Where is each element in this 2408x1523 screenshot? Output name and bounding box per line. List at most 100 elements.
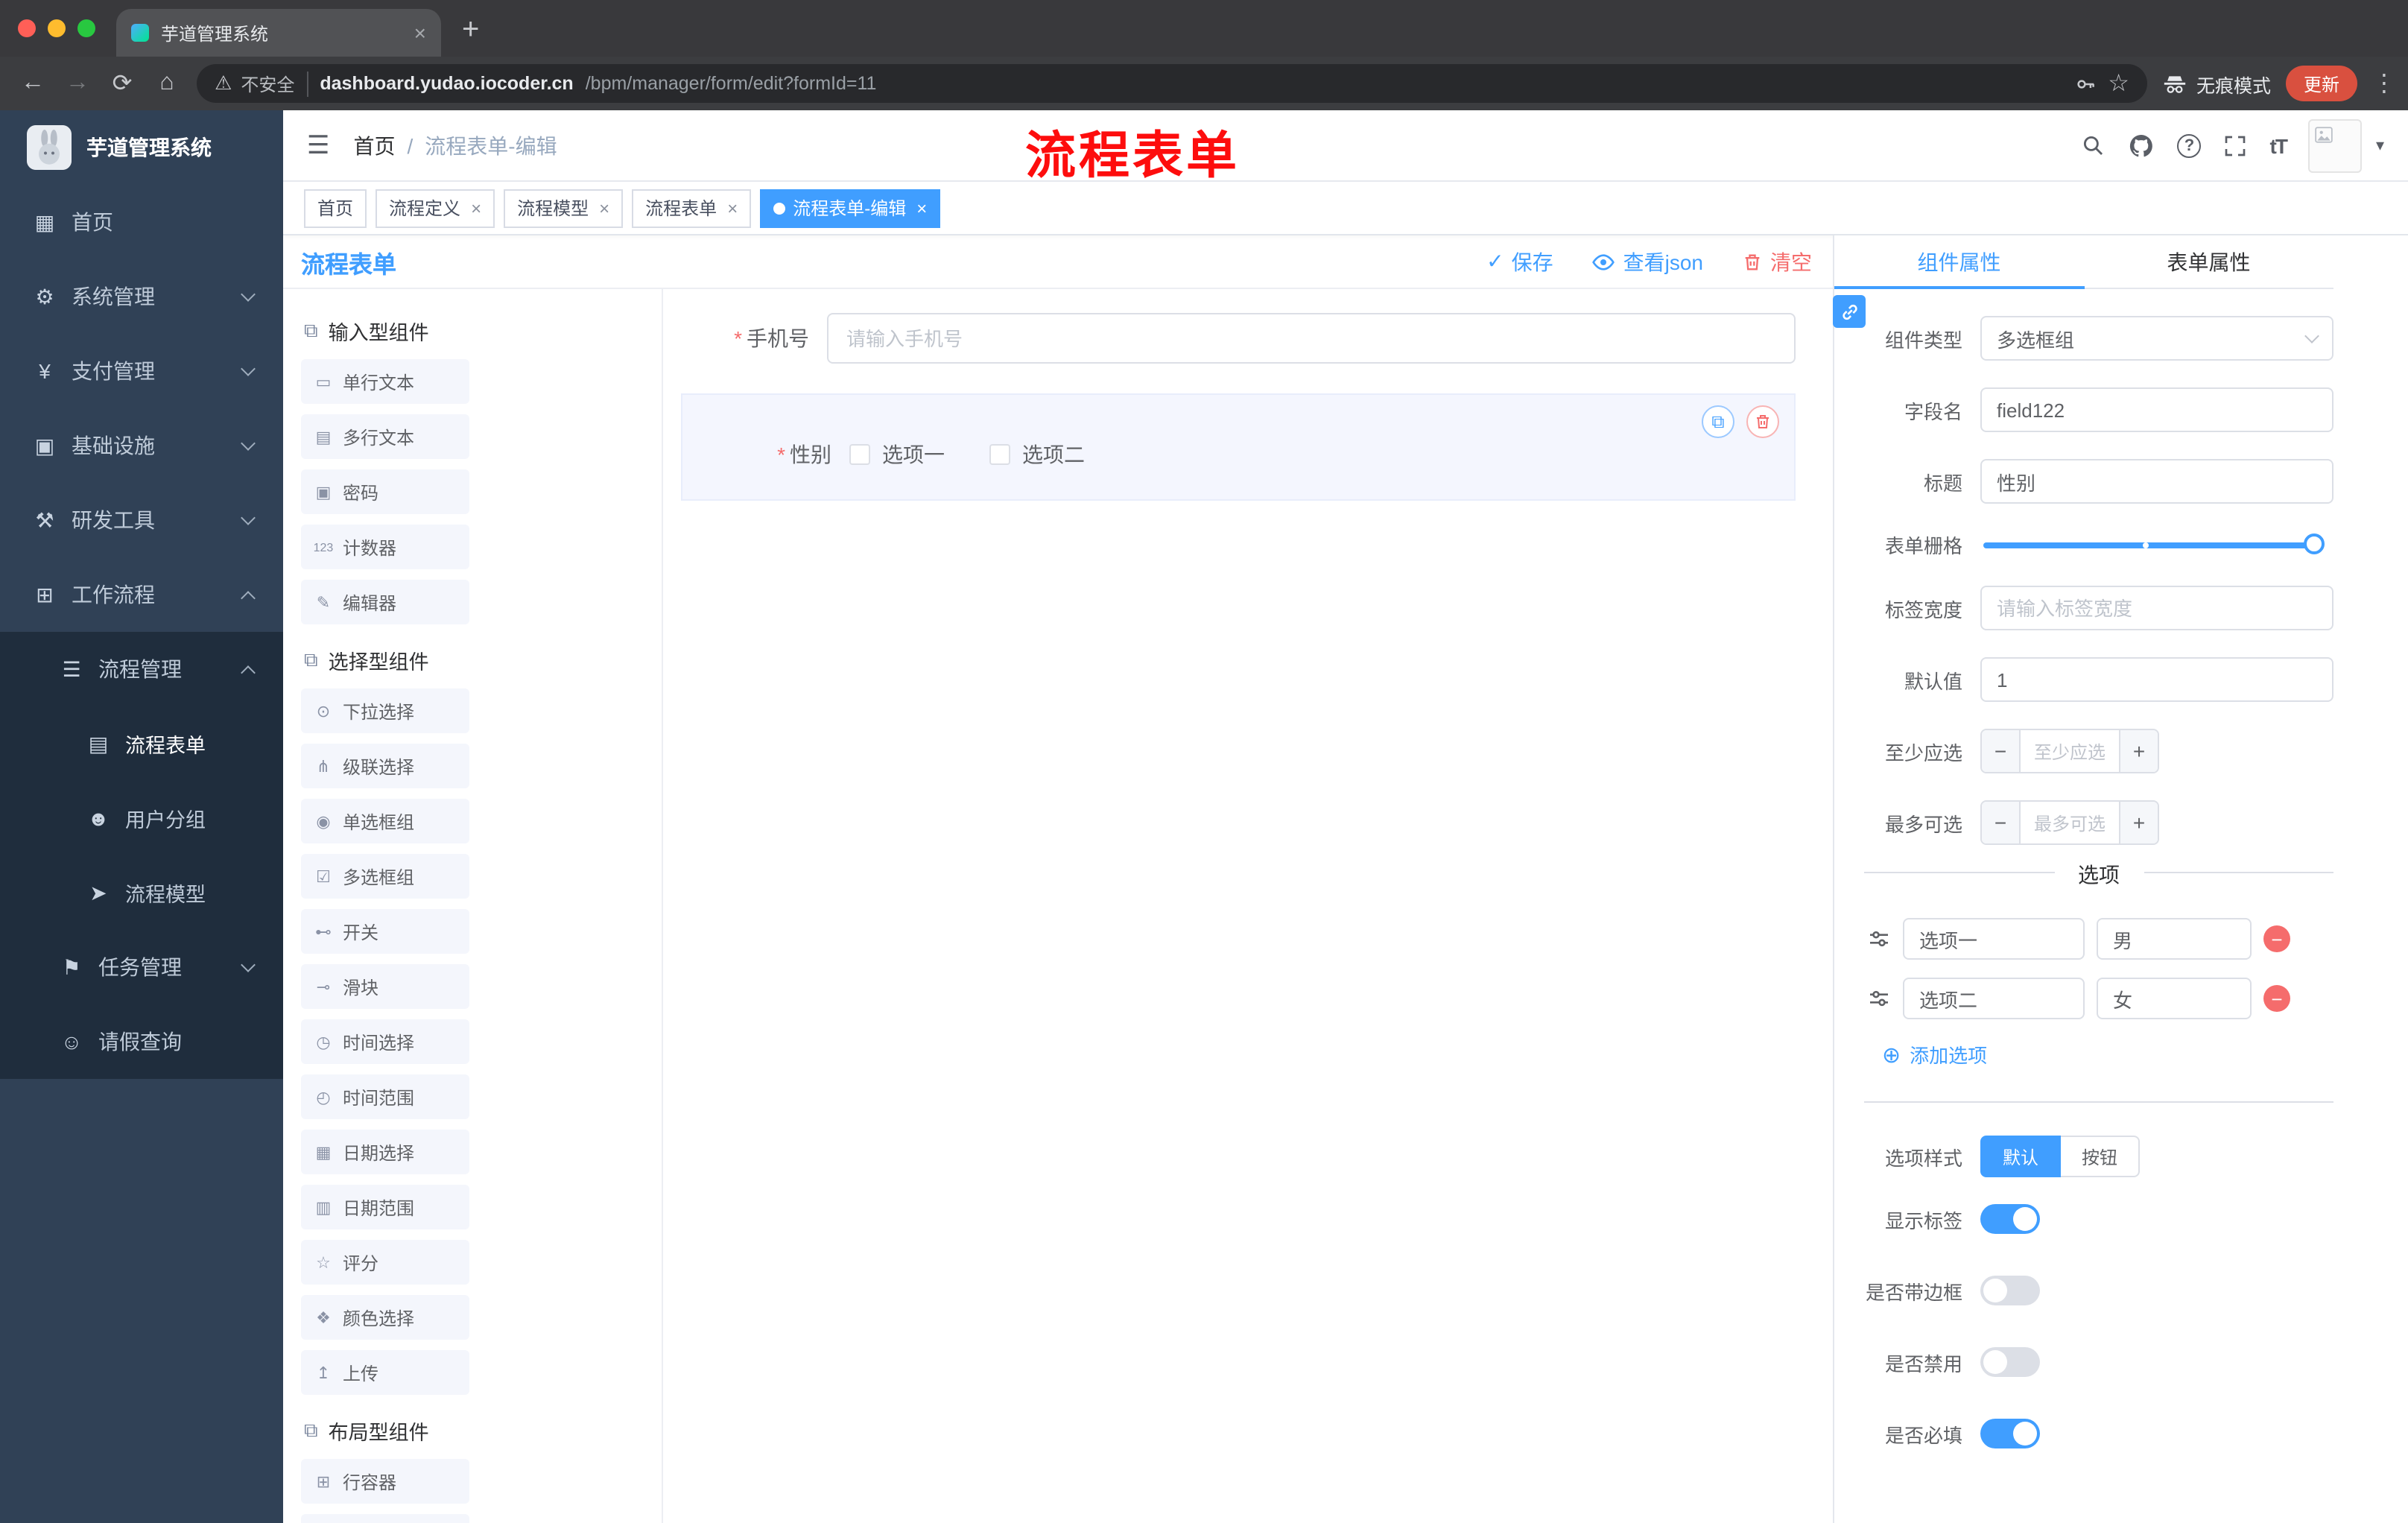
home-icon[interactable]: ⌂: [152, 70, 182, 97]
tag-close-icon[interactable]: ×: [599, 197, 609, 218]
tag-close-icon[interactable]: ×: [727, 197, 738, 218]
sidebar-item-system[interactable]: ⚙ 系统管理: [0, 259, 283, 334]
palette-item-counter[interactable]: 123 计数器: [301, 525, 469, 569]
remove-option-button[interactable]: −: [2263, 985, 2290, 1012]
sidebar-item-process-form[interactable]: ▤ 流程表单: [0, 706, 283, 781]
gender-option-1[interactable]: 选项一: [849, 440, 945, 469]
hamburger-icon[interactable]: ☰: [307, 130, 330, 160]
duplicate-field-button[interactable]: ⧉: [1702, 405, 1734, 438]
sidebar-item-workflow[interactable]: ⊞ 工作流程: [0, 557, 283, 632]
required-toggle[interactable]: [1980, 1419, 2040, 1448]
avatar-caret-icon[interactable]: ▾: [2376, 136, 2384, 155]
remove-option-button[interactable]: −: [2263, 925, 2290, 952]
palette-item-time-range[interactable]: ◴ 时间范围: [301, 1074, 469, 1119]
style-default-button[interactable]: 默认: [1980, 1136, 2062, 1177]
back-icon[interactable]: ←: [18, 70, 48, 97]
tab-component-props[interactable]: 组件属性: [1834, 235, 2084, 289]
checkbox-unchecked-icon[interactable]: [849, 444, 870, 465]
sidebar-item-infra[interactable]: ▣ 基础设施: [0, 408, 283, 483]
clear-button[interactable]: 清空: [1742, 247, 1812, 276]
option-1-label-input[interactable]: [1903, 918, 2085, 960]
view-json-button[interactable]: 查看json: [1592, 247, 1703, 276]
bookmark-star-icon[interactable]: ☆: [2108, 69, 2129, 98]
tab-close-icon[interactable]: ×: [414, 22, 426, 43]
default-value-input[interactable]: [1980, 657, 2333, 702]
canvas-field-gender[interactable]: 性别 选项一 选项二: [703, 440, 1773, 469]
option-2-label-input[interactable]: [1903, 978, 2085, 1019]
palette-item-multi-line-text[interactable]: ▤ 多行文本: [301, 414, 469, 459]
drag-handle-icon[interactable]: [1867, 987, 1891, 1010]
palette-item-password[interactable]: ▣ 密码: [301, 469, 469, 514]
phone-field-input[interactable]: [827, 313, 1796, 364]
checkbox-unchecked-icon[interactable]: [989, 444, 1010, 465]
increase-button[interactable]: +: [2119, 802, 2158, 843]
tag-process-definition[interactable]: 流程定义 ×: [376, 189, 495, 227]
component-type-select[interactable]: 多选框组: [1980, 316, 2333, 361]
palette-item-cascader[interactable]: ⋔ 级联选择: [301, 744, 469, 788]
maximize-window-button[interactable]: [77, 19, 95, 37]
option-2-value-input[interactable]: [2097, 978, 2252, 1019]
field-name-input[interactable]: [1980, 387, 2333, 432]
breadcrumb-home[interactable]: 首页: [354, 130, 396, 160]
decrease-button[interactable]: −: [1982, 730, 2021, 772]
sidebar-item-home[interactable]: ▦ 首页: [0, 185, 283, 259]
browser-menu-icon[interactable]: ⋮: [2372, 69, 2396, 98]
browser-tab[interactable]: 芋道管理系统 ×: [116, 9, 441, 57]
canvas-field-gender-selected[interactable]: ⧉ 性别: [681, 393, 1796, 501]
slider-handle[interactable]: [2304, 533, 2325, 554]
sidebar-item-process-model[interactable]: ➤ 流程模型: [0, 855, 283, 930]
palette-item-color-picker[interactable]: ❖ 颜色选择: [301, 1295, 469, 1340]
minimize-window-button[interactable]: [48, 19, 66, 37]
tag-close-icon[interactable]: ×: [916, 197, 927, 218]
sidebar-item-devtools[interactable]: ⚒ 研发工具: [0, 483, 283, 557]
border-toggle[interactable]: [1980, 1276, 2040, 1305]
forward-icon[interactable]: →: [63, 70, 92, 97]
option-1-value-input[interactable]: [2097, 918, 2252, 960]
tag-close-icon[interactable]: ×: [471, 197, 481, 218]
palette-item-checkbox-group[interactable]: ☑ 多选框组: [301, 854, 469, 899]
palette-item-date-picker[interactable]: ▦ 日期选择: [301, 1130, 469, 1174]
save-button[interactable]: ✓ 保存: [1486, 247, 1553, 276]
palette-item-switch[interactable]: ⊷ 开关: [301, 909, 469, 954]
search-icon[interactable]: [2081, 133, 2106, 158]
min-select-value[interactable]: 至少应选: [2021, 730, 2119, 772]
tag-process-form-edit[interactable]: 流程表单-编辑 ×: [760, 189, 941, 227]
address-bar[interactable]: ⚠ 不安全 dashboard.yudao.iocoder.cn /bpm/ma…: [197, 64, 2147, 103]
link-anchor-button[interactable]: [1833, 295, 1866, 328]
drag-handle-icon[interactable]: [1867, 927, 1891, 951]
show-label-toggle[interactable]: [1980, 1204, 2040, 1234]
disabled-toggle[interactable]: [1980, 1347, 2040, 1377]
palette-item-rate[interactable]: ☆ 评分: [301, 1240, 469, 1285]
palette-item-single-line-text[interactable]: ▭ 单行文本: [301, 359, 469, 404]
design-canvas[interactable]: 手机号 ⧉: [663, 289, 1833, 1523]
update-button[interactable]: 更新: [2285, 66, 2357, 101]
title-input[interactable]: [1980, 459, 2333, 504]
form-grid-slider[interactable]: [1983, 533, 2325, 554]
tab-form-props[interactable]: 表单属性: [2084, 235, 2333, 288]
sidebar-item-process-management[interactable]: ☰ 流程管理: [0, 632, 283, 706]
sidebar-item-payment[interactable]: ¥ 支付管理: [0, 334, 283, 408]
sidebar-item-task-management[interactable]: ⚑ 任务管理: [0, 930, 283, 1004]
new-tab-button[interactable]: +: [441, 13, 500, 57]
reload-icon[interactable]: ⟳: [107, 69, 137, 98]
palette-item-row-container[interactable]: ⊞ 行容器: [301, 1459, 469, 1504]
palette-item-dropdown[interactable]: ⊙ 下拉选择: [301, 688, 469, 733]
tag-process-model[interactable]: 流程模型 ×: [504, 189, 624, 227]
palette-item-button[interactable]: ▱按钮: [301, 1514, 469, 1523]
palette-item-editor[interactable]: ✎ 编辑器: [301, 580, 469, 624]
tag-process-form[interactable]: 流程表单 ×: [632, 189, 752, 227]
avatar[interactable]: [2308, 118, 2363, 172]
sidebar-item-user-group[interactable]: ☻ 用户分组: [0, 781, 283, 855]
github-icon[interactable]: [2129, 132, 2155, 159]
gender-option-2[interactable]: 选项二: [989, 440, 1085, 469]
fullscreen-icon[interactable]: [2224, 133, 2248, 157]
add-option-button[interactable]: ⊕ 添加选项: [1882, 1040, 1987, 1068]
palette-item-date-range[interactable]: ▥ 日期范围: [301, 1185, 469, 1229]
palette-item-radio-group[interactable]: ◉ 单选框组: [301, 799, 469, 843]
label-width-input[interactable]: [1980, 586, 2333, 630]
palette-item-time-picker[interactable]: ◷ 时间选择: [301, 1019, 469, 1064]
font-size-icon[interactable]: tT: [2270, 133, 2288, 157]
help-icon[interactable]: ?: [2177, 133, 2202, 157]
tag-home[interactable]: 首页: [304, 189, 367, 227]
sidebar-item-leave-query[interactable]: ☺ 请假查询: [0, 1004, 283, 1079]
